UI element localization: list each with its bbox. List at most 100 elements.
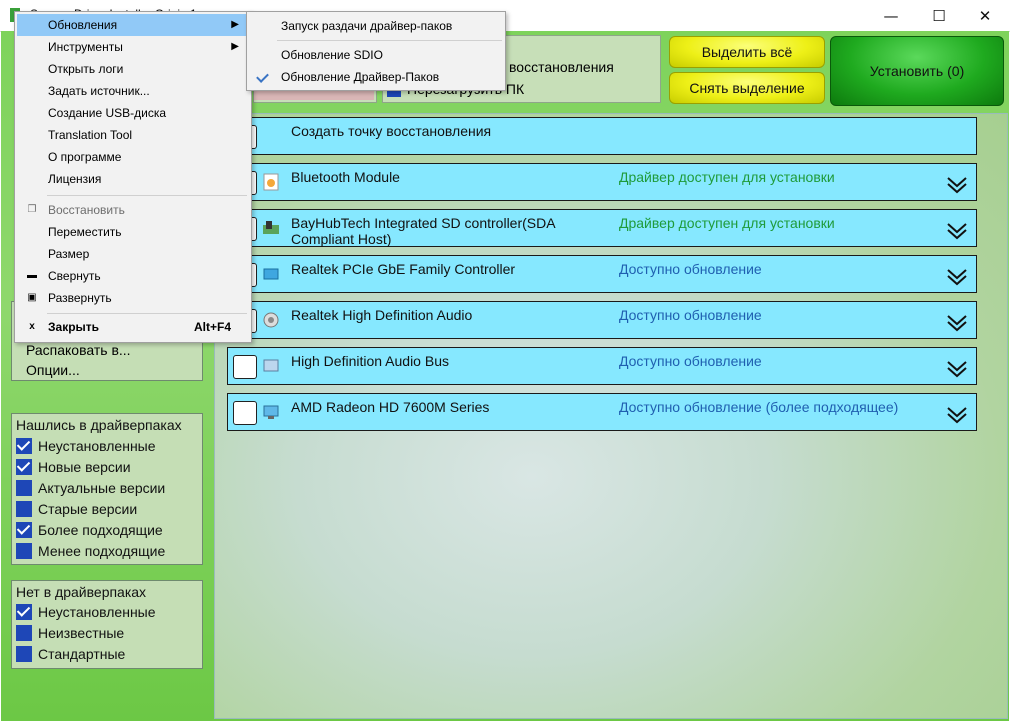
menu-separator	[47, 313, 247, 314]
checkbox-checked[interactable]	[16, 438, 32, 454]
submenu-label: Обновление Драйвер-Паков	[281, 70, 440, 84]
driver-name: BayHubTech Integrated SD controller(SDA …	[291, 215, 555, 247]
menu-label: Создание USB-диска	[48, 106, 167, 120]
chevron-down-icon[interactable]	[946, 404, 968, 426]
filter-label: Неустановленные	[38, 438, 156, 454]
filter-label: Неустановленные	[38, 604, 156, 620]
options-link[interactable]: Опции...	[26, 362, 80, 378]
menu-item-license[interactable]: Лицензия	[17, 168, 249, 190]
submenu-item-driverpacks[interactable]: Обновление Драйвер-Паков	[249, 66, 503, 88]
menu-item-about[interactable]: О программе	[17, 146, 249, 168]
driver-row[interactable]: Realtek PCIe GbE Family Controller Досту…	[227, 255, 977, 293]
filter-better-match[interactable]: Более подходящие	[16, 521, 163, 539]
close-icon: x	[29, 321, 35, 332]
menu-item-tools[interactable]: Инструменты ▶	[17, 36, 249, 58]
checkbox-checked[interactable]	[16, 604, 32, 620]
driver-status: Доступно обновление	[619, 261, 762, 277]
filter-label: Неизвестные	[38, 625, 125, 641]
submenu-arrow-icon: ▶	[231, 19, 239, 30]
driver-name: High Definition Audio Bus	[291, 353, 449, 369]
checkbox-unchecked[interactable]	[16, 480, 32, 496]
maximize-icon: ▣	[27, 292, 37, 303]
minimize-icon: ▬	[27, 270, 37, 281]
menu-item-updates[interactable]: Обновления ▶	[17, 14, 249, 36]
menu-item-set-source[interactable]: Задать источник...	[17, 80, 249, 102]
menu-shortcut: Alt+F4	[193, 320, 231, 334]
menu-label: Свернуть	[48, 269, 101, 283]
checkmark-icon	[256, 70, 269, 83]
driver-name: Realtek PCIe GbE Family Controller	[291, 261, 516, 277]
network-icon	[263, 268, 279, 280]
filter-not-installed-2[interactable]: Неустановленные	[16, 603, 156, 621]
menu-label: Развернуть	[48, 291, 112, 305]
menu-separator	[47, 195, 247, 196]
driver-row[interactable]: High Definition Audio Bus Доступно обнов…	[227, 347, 977, 385]
filter-not-installed[interactable]: Неустановленные	[16, 437, 156, 455]
menu-label: Задать источник...	[48, 84, 150, 98]
close-window-button[interactable]: ✕	[962, 0, 1008, 31]
submenu-item-sdio[interactable]: Обновление SDIO	[249, 44, 503, 66]
driver-status: Драйвер доступен для установки	[619, 169, 835, 185]
checkbox-unchecked[interactable]	[16, 543, 32, 559]
submenu-label: Запуск раздачи драйвер-паков	[281, 19, 453, 33]
filter-new-versions[interactable]: Новые версии	[16, 458, 131, 476]
checkbox-unchecked[interactable]	[16, 646, 32, 662]
chevron-down-icon[interactable]	[946, 266, 968, 288]
chevron-down-icon[interactable]	[946, 312, 968, 334]
filter-unknown[interactable]: Неизвестные	[16, 624, 124, 642]
unpack-link[interactable]: Распаковать в...	[26, 342, 131, 358]
driver-row[interactable]: Создать точку восстановления	[227, 117, 977, 155]
checkbox-unchecked[interactable]	[16, 625, 32, 641]
chevron-down-icon[interactable]	[946, 220, 968, 242]
install-button[interactable]: Установить (0)	[830, 36, 1004, 106]
filter-label: Актуальные версии	[38, 480, 166, 496]
menu-item-size[interactable]: Размер	[17, 243, 249, 265]
system-menu: Обновления ▶ Инструменты ▶ Открыть логи За…	[14, 11, 252, 343]
driver-row[interactable]: BayHubTech Integrated SD controller(SDA …	[227, 209, 977, 247]
menu-item-usb[interactable]: Создание USB-диска	[17, 102, 249, 124]
menu-item-move[interactable]: Переместить	[17, 221, 249, 243]
driver-checkbox[interactable]	[233, 401, 257, 425]
menu-label: Инструменты	[48, 40, 123, 54]
submenu-item-share[interactable]: Запуск раздачи драйвер-паков	[249, 15, 503, 37]
driver-name: AMD Radeon HD 7600M Series	[291, 399, 490, 415]
menu-label: Лицензия	[48, 172, 102, 186]
menu-item-maximize[interactable]: ▣ Развернуть	[17, 287, 249, 309]
menu-label: Размер	[48, 247, 90, 261]
chevron-down-icon[interactable]	[946, 174, 968, 196]
filter-worse-match[interactable]: Менее подходящие	[16, 542, 165, 560]
menu-label: Обновления	[48, 18, 118, 32]
filter-old-versions[interactable]: Старые версии	[16, 500, 137, 518]
driver-status: Доступно обновление (более подходящее)	[619, 399, 899, 415]
menu-label: Translation Tool	[48, 128, 133, 142]
checkbox-checked[interactable]	[16, 459, 32, 475]
found-filter-panel: Нашлись в драйверпаках Неустановленные Н…	[11, 413, 203, 565]
menu-item-close[interactable]: x Закрыть Alt+F4	[17, 316, 249, 338]
checkbox-checked[interactable]	[16, 522, 32, 538]
checkbox-unchecked[interactable]	[16, 501, 32, 517]
driver-status: Доступно обновление	[619, 353, 762, 369]
minimize-button[interactable]: —	[868, 0, 914, 31]
driver-row[interactable]: Bluetooth Module Драйвер доступен для ус…	[227, 163, 977, 201]
menu-item-restore[interactable]: ❐ Восстановить	[17, 199, 249, 221]
chevron-down-icon[interactable]	[946, 358, 968, 380]
bluetooth-icon	[263, 173, 279, 191]
menu-item-translation[interactable]: Translation Tool	[17, 124, 249, 146]
menu-item-open-logs[interactable]: Открыть логи	[17, 58, 249, 80]
driver-checkbox[interactable]	[233, 355, 257, 379]
speaker-icon	[263, 312, 279, 328]
filter-label: Стандартные	[38, 646, 126, 662]
menu-item-minimize[interactable]: ▬ Свернуть	[17, 265, 249, 287]
notfound-filter-title: Нет в драйверпаках	[16, 584, 147, 600]
deselect-button[interactable]: Снять выделение	[669, 72, 825, 104]
menu-label: Восстановить	[48, 203, 125, 217]
maximize-button[interactable]: ☐	[916, 0, 962, 31]
menu-label: Открыть логи	[48, 62, 124, 76]
filter-standard[interactable]: Стандартные	[16, 645, 125, 663]
select-all-button[interactable]: Выделить всё	[669, 36, 825, 68]
filter-label: Новые версии	[38, 459, 131, 475]
filter-current-versions[interactable]: Актуальные версии	[16, 479, 165, 497]
driver-row[interactable]: Realtek High Definition Audio Доступно о…	[227, 301, 977, 339]
menu-label: Закрыть	[48, 320, 100, 334]
driver-row[interactable]: AMD Radeon HD 7600M Series Доступно обно…	[227, 393, 977, 431]
